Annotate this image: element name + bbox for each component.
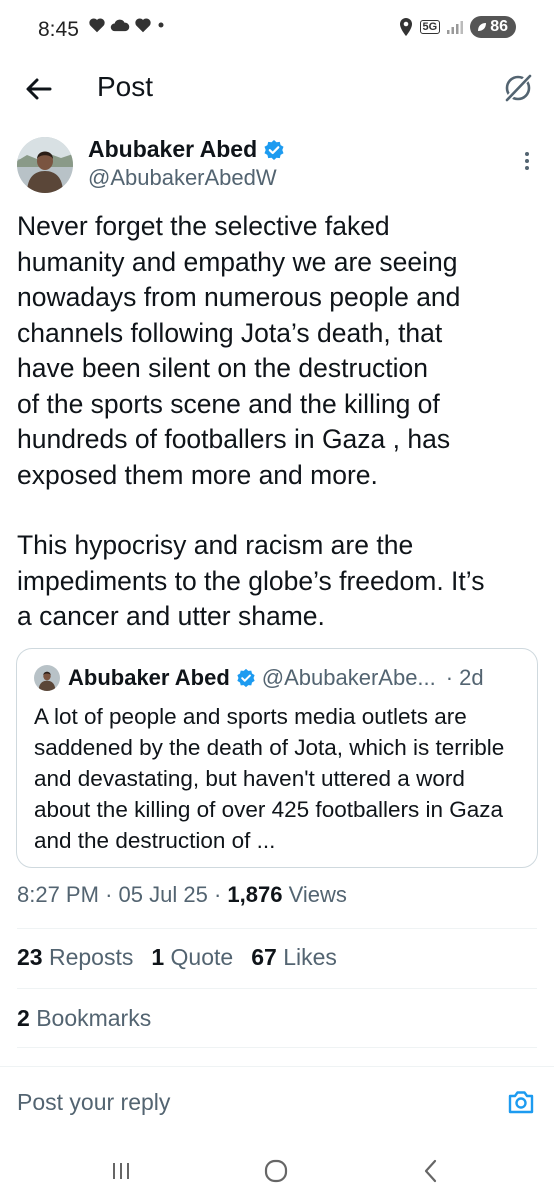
reply-bar: Post your reply	[0, 1066, 554, 1138]
quoted-post[interactable]: Abubaker Abed @AbubakerAbe... · 2d A lot…	[16, 648, 538, 868]
likes-count: 67	[251, 944, 277, 970]
quotes-stat[interactable]: 1 Quote	[151, 944, 233, 971]
battery-saver-icon	[478, 23, 487, 31]
likes-label: Likes	[283, 944, 337, 970]
status-time: 8:45	[38, 18, 79, 41]
engagement-stats: 23 Reposts 1 Quote 67 Likes	[17, 944, 337, 971]
post-header: Post	[0, 60, 554, 116]
verified-badge-icon	[237, 668, 255, 688]
bookmarks-label: Bookmarks	[36, 1005, 152, 1031]
reply-input[interactable]: Post your reply	[17, 1089, 170, 1116]
author-handle[interactable]: @AbubakerAbedW	[88, 165, 277, 191]
avatar[interactable]	[17, 137, 73, 193]
signal-icon	[447, 21, 464, 34]
post-meta: 8:27 PM · 05 Jul 25 · 1,876 Views	[17, 882, 347, 908]
post-date: 05 Jul 25	[118, 882, 208, 907]
quoted-post-age: 2d	[459, 665, 484, 690]
views-label: Views	[288, 882, 347, 907]
battery-level: 86	[490, 18, 508, 35]
reposts-label: Reposts	[48, 944, 134, 970]
grok-icon[interactable]	[500, 70, 536, 106]
system-navigation-bar	[0, 1138, 554, 1200]
post-paragraph: Never forget the selective faked humanit…	[17, 211, 461, 490]
verified-badge-icon	[264, 139, 284, 160]
bookmarks-stat[interactable]: 2 Bookmarks	[17, 1005, 151, 1032]
back-nav-icon[interactable]	[416, 1156, 446, 1186]
page-title: Post	[97, 71, 154, 102]
quoted-author-handle: @AbubakerAbe...	[261, 665, 436, 690]
likes-stat[interactable]: 67 Likes	[251, 944, 337, 971]
network-type: 5G	[419, 20, 441, 34]
quotes-label: Quote	[170, 944, 234, 970]
dot-icon	[158, 22, 164, 28]
reposts-stat[interactable]: 23 Reposts	[17, 944, 133, 971]
author-name-row[interactable]: Abubaker Abed	[88, 136, 285, 163]
quoted-post-text: A lot of people and sports media outlets…	[34, 704, 505, 853]
heart-icon	[135, 18, 151, 33]
divider	[17, 928, 537, 929]
quoted-post-header: Abubaker Abed @AbubakerAbe... · 2d	[34, 665, 484, 691]
bookmarks-count: 2	[17, 1005, 30, 1031]
status-notifications	[88, 17, 166, 33]
location-icon	[399, 18, 412, 36]
reposts-count: 23	[17, 944, 43, 970]
battery-indicator: 86	[470, 16, 516, 38]
cloud-icon	[110, 19, 130, 32]
home-icon[interactable]	[261, 1156, 291, 1186]
separator-dot: ·	[105, 882, 119, 907]
post-time: 8:27 PM	[17, 882, 99, 907]
divider	[17, 988, 537, 989]
post-paragraph: This hypocrisy and racism are the impedi…	[17, 530, 485, 631]
views-count: 1,876	[227, 882, 283, 907]
separator-dot: ·	[213, 882, 228, 907]
separator-dot: ·	[445, 665, 454, 690]
heart-icon	[89, 18, 105, 33]
back-arrow-icon[interactable]	[22, 72, 56, 106]
status-right: 5G 86	[398, 16, 516, 38]
status-bar: 8:45 5G 86	[0, 0, 554, 60]
quotes-count: 1	[151, 944, 165, 970]
divider	[17, 1047, 537, 1048]
quoted-avatar	[34, 665, 60, 691]
more-options-icon[interactable]	[520, 150, 534, 172]
author-name[interactable]: Abubaker Abed	[88, 136, 257, 163]
camera-icon[interactable]	[506, 1087, 536, 1117]
quoted-author-name: Abubaker Abed	[68, 665, 230, 690]
post-body: Never forget the selective faked humanit…	[17, 209, 542, 635]
recent-apps-icon[interactable]	[106, 1156, 136, 1186]
